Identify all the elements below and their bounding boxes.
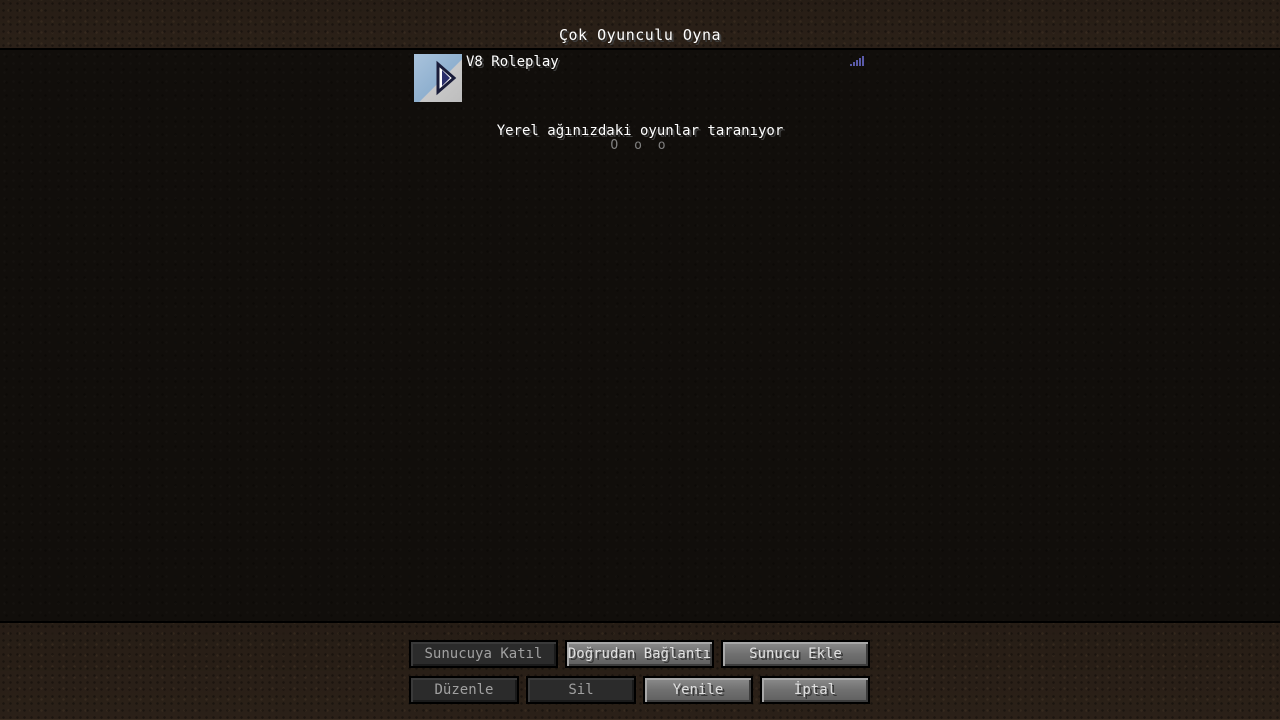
delete-button[interactable]: Sil [526, 676, 636, 704]
lan-scan-text: Yerel ağınızdaki oyunlar taranıyor [496, 123, 784, 139]
footer-bar [0, 621, 1280, 720]
add-server-button[interactable]: Sunucu Ekle [721, 640, 870, 668]
edit-button[interactable]: Düzenle [409, 676, 519, 704]
play-arrow-icon [436, 60, 457, 96]
refresh-button[interactable]: Yenile [643, 676, 753, 704]
signal-bars-icon[interactable] [850, 56, 864, 66]
cancel-button[interactable]: İptal [760, 676, 870, 704]
join-server-button[interactable]: Sunucuya Katıl [409, 640, 558, 668]
multiplayer-screen: Çok Oyunculu Oyna V8 Roleplay Yerel ağın… [0, 0, 1280, 720]
lan-scan-dots: O o o [610, 138, 670, 153]
server-name: V8 Roleplay [466, 54, 559, 70]
server-icon [414, 54, 462, 102]
server-entry[interactable]: V8 Roleplay [414, 54, 866, 102]
direct-connect-button[interactable]: Doğrudan Bağlantı [565, 640, 714, 668]
page-title: Çok Oyunculu Oyna [558, 26, 722, 44]
